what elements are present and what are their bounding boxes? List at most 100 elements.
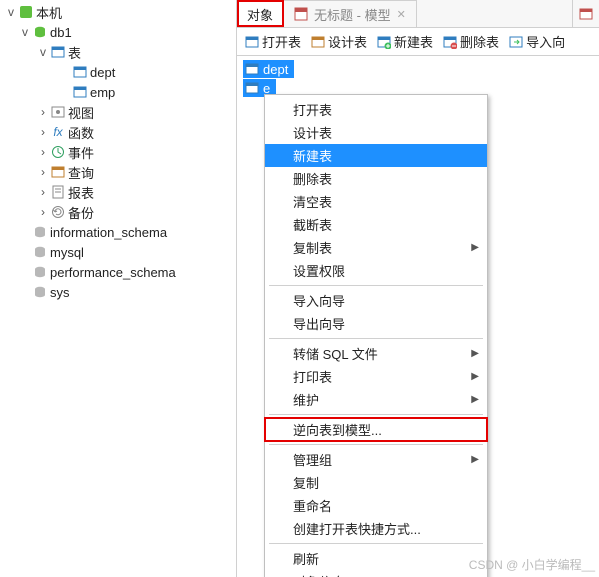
item-dept[interactable]: dept: [243, 60, 294, 78]
submenu-arrow-icon: ▶: [471, 242, 479, 253]
menu-create-shortcut[interactable]: 创建打开表快捷方式...: [265, 517, 487, 540]
menu-rename[interactable]: 重命名: [265, 494, 487, 517]
table-icon: [72, 84, 88, 100]
tree-host-label: 本机: [36, 3, 62, 22]
tree-functions-label: 函数: [68, 123, 94, 142]
menu-truncate-table[interactable]: 清空表: [265, 190, 487, 213]
submenu-arrow-icon: ▶: [471, 454, 479, 465]
tree-db-label: information_schema: [50, 225, 167, 240]
database-icon: [32, 224, 48, 240]
tree-db-sys[interactable]: sys: [0, 282, 236, 302]
open-table-icon: [245, 35, 259, 49]
menu-cut-table[interactable]: 截断表: [265, 213, 487, 236]
tree-host[interactable]: v 本机: [0, 2, 236, 22]
toolbar-design-label: 设计表: [328, 32, 367, 51]
tree-tables-label: 表: [68, 43, 81, 62]
menu-manage-group[interactable]: 管理组▶: [265, 448, 487, 471]
menu-copy[interactable]: 复制: [265, 471, 487, 494]
tree-db-label: performance_schema: [50, 265, 176, 280]
report-icon: [50, 184, 66, 200]
database-icon: [32, 244, 48, 260]
menu-separator: [269, 414, 483, 415]
menu-refresh[interactable]: 刷新: [265, 547, 487, 570]
event-icon: [50, 144, 66, 160]
menu-separator: [269, 285, 483, 286]
menu-export-wizard[interactable]: 导出向导: [265, 312, 487, 335]
model-icon: [294, 7, 308, 21]
tree-db-label: db1: [50, 25, 72, 40]
submenu-arrow-icon: ▶: [471, 394, 479, 405]
item-dept-label: dept: [263, 62, 288, 77]
new-table-icon: [377, 35, 391, 49]
tree-table-dept[interactable]: dept: [0, 62, 236, 82]
toolbar-delete-table[interactable]: 删除表: [439, 30, 503, 54]
menu-separator: [269, 338, 483, 339]
menu-set-permission[interactable]: 设置权限: [265, 259, 487, 282]
tab-bar: 对象 无标题 - 模型 ✕: [237, 0, 599, 28]
tab-model[interactable]: 无标题 - 模型 ✕: [284, 0, 417, 27]
delete-table-icon: [443, 35, 457, 49]
tree-reports-label: 报表: [68, 183, 94, 202]
menu-separator: [269, 543, 483, 544]
table-group-icon: [50, 44, 66, 60]
tree-queries[interactable]: › 查询: [0, 162, 236, 182]
toolbar-import-label: 导入向: [526, 32, 565, 51]
submenu-arrow-icon: ▶: [471, 348, 479, 359]
menu-dump-sql[interactable]: 转储 SQL 文件▶: [265, 342, 487, 365]
menu-maintain[interactable]: 维护▶: [265, 388, 487, 411]
close-icon[interactable]: ✕: [397, 8, 406, 21]
toolbar-delete-label: 删除表: [460, 32, 499, 51]
menu-copy-table[interactable]: 复制表▶: [265, 236, 487, 259]
menu-reverse-to-model[interactable]: 逆向表到模型...: [265, 418, 487, 441]
tree-queries-label: 查询: [68, 163, 94, 182]
tree-functions[interactable]: › fx 函数: [0, 122, 236, 142]
submenu-arrow-icon: ▶: [471, 371, 479, 382]
tree-views-label: 视图: [68, 103, 94, 122]
tree-reports[interactable]: › 报表: [0, 182, 236, 202]
design-table-icon: [311, 35, 325, 49]
context-menu: 打开表 设计表 新建表 删除表 清空表 截断表 复制表▶ 设置权限 导入向导 导…: [264, 94, 488, 577]
tree-db-information-schema[interactable]: information_schema: [0, 222, 236, 242]
tree-db-performance-schema[interactable]: performance_schema: [0, 262, 236, 282]
menu-separator: [269, 444, 483, 445]
toolbar-open-label: 打开表: [262, 32, 301, 51]
menu-object-info[interactable]: 对象信息: [265, 570, 487, 577]
toolbar-design-table[interactable]: 设计表: [307, 30, 371, 54]
tab-objects-label: 对象: [247, 5, 273, 24]
database-icon: [32, 24, 48, 40]
tab-objects[interactable]: 对象: [237, 0, 284, 27]
toolbar-import[interactable]: 导入向: [505, 30, 569, 54]
table-icon: [245, 62, 259, 76]
tree-tables[interactable]: v 表: [0, 42, 236, 62]
menu-open-table[interactable]: 打开表: [265, 98, 487, 121]
import-icon: [509, 35, 523, 49]
table-icon: [72, 64, 88, 80]
tree-table-dept-label: dept: [90, 65, 115, 80]
tree-db-label: mysql: [50, 245, 84, 260]
calendar-icon: [579, 7, 593, 21]
view-icon: [50, 104, 66, 120]
tree-backups-label: 备份: [68, 203, 94, 222]
tree-db-label: sys: [50, 285, 70, 300]
tree-events[interactable]: › 事件: [0, 142, 236, 162]
database-icon: [32, 284, 48, 300]
toolbar-new-label: 新建表: [394, 32, 433, 51]
table-icon: [245, 81, 259, 95]
tree-db[interactable]: v db1: [0, 22, 236, 42]
tab-model-label: 无标题 - 模型: [314, 5, 391, 24]
menu-delete-table[interactable]: 删除表: [265, 167, 487, 190]
toolbar-new-table[interactable]: 新建表: [373, 30, 437, 54]
tree-views[interactable]: › 视图: [0, 102, 236, 122]
tree-db-mysql[interactable]: mysql: [0, 242, 236, 262]
tree-sidebar: v 本机 v db1 v 表 dept emp › 视图: [0, 0, 237, 577]
menu-print-table[interactable]: 打印表▶: [265, 365, 487, 388]
tree-backups[interactable]: › 备份: [0, 202, 236, 222]
tree-table-emp-label: emp: [90, 85, 115, 100]
menu-design-table[interactable]: 设计表: [265, 121, 487, 144]
toolbar-open-table[interactable]: 打开表: [241, 30, 305, 54]
tree-table-emp[interactable]: emp: [0, 82, 236, 102]
menu-import-wizard[interactable]: 导入向导: [265, 289, 487, 312]
menu-new-table[interactable]: 新建表: [265, 144, 487, 167]
tab-overflow[interactable]: [572, 0, 599, 27]
tree-events-label: 事件: [68, 143, 94, 162]
